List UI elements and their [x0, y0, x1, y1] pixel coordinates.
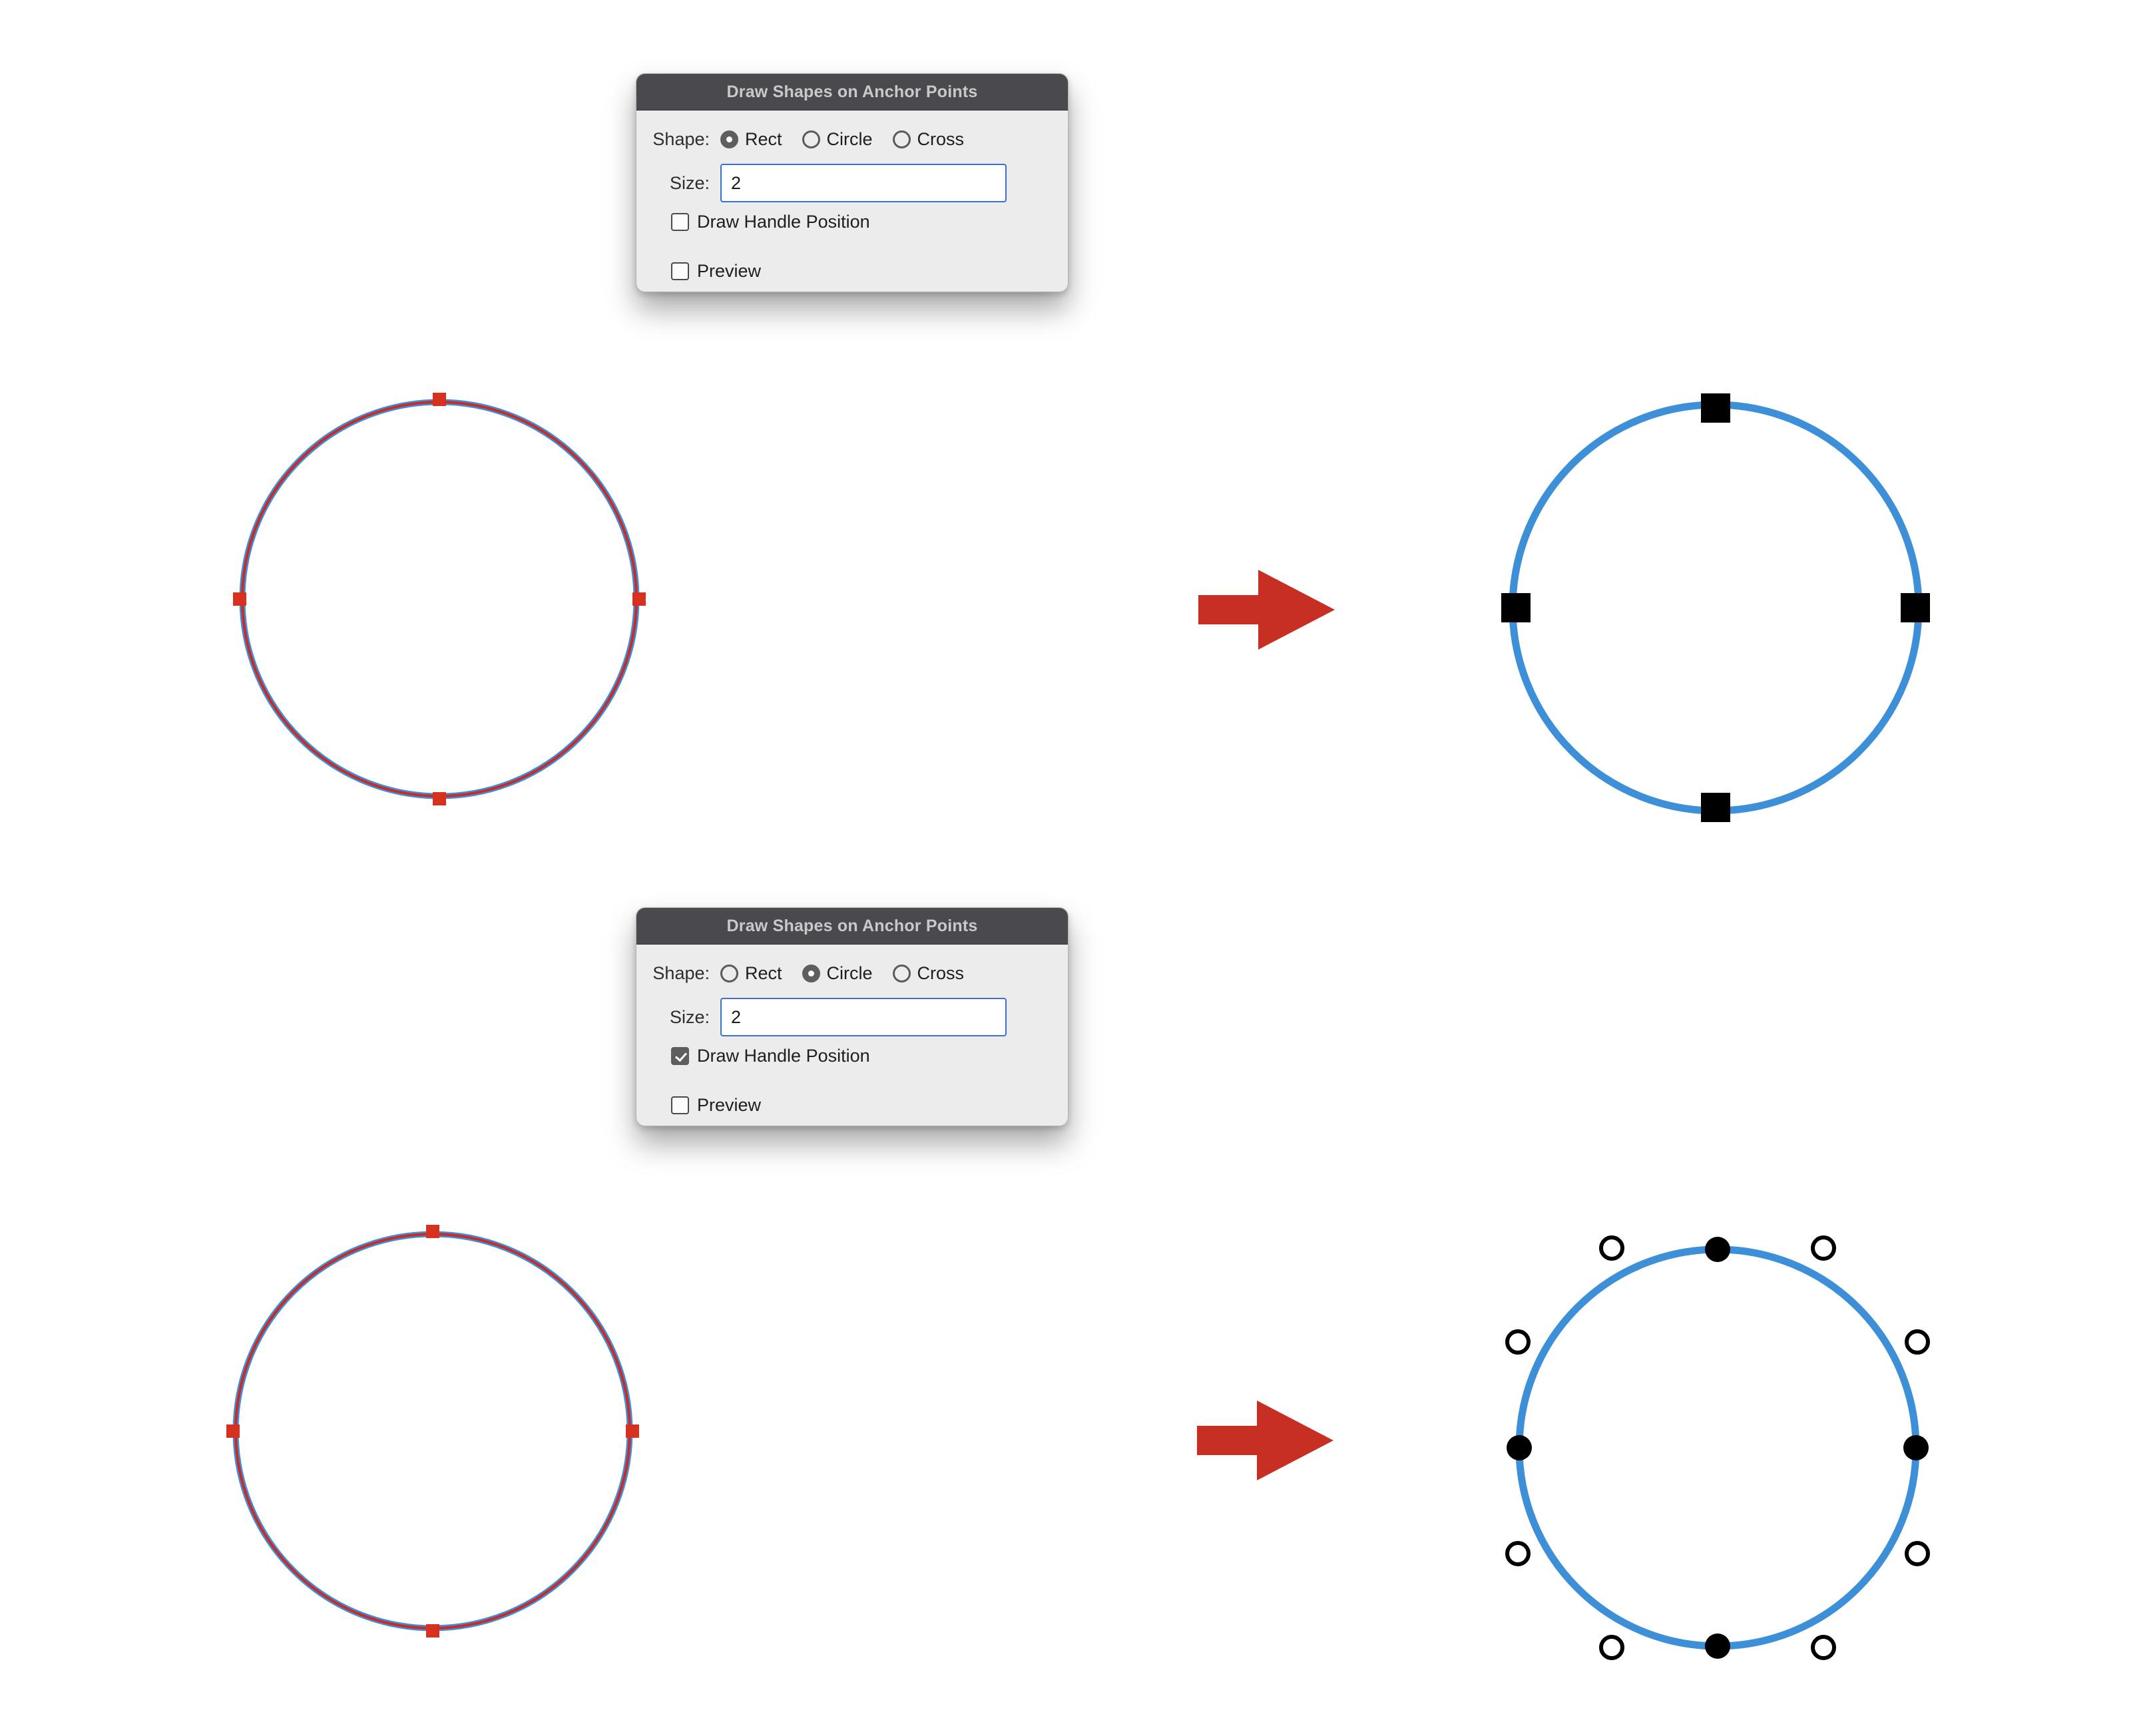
anchor-point-right	[626, 1424, 639, 1438]
marker-rect-bottom	[1701, 793, 1730, 822]
anchor-point-left	[233, 592, 246, 606]
anchor-point-left	[226, 1424, 240, 1438]
shape-radio-group[interactable]: Rect Circle Cross	[720, 129, 964, 150]
radio-circle-label: Circle	[826, 129, 873, 149]
anchor-point-bottom	[426, 1624, 439, 1637]
artboard-canvas: Draw Shapes on Anchor Points Shape: Rect…	[0, 0, 2149, 1736]
size-input[interactable]	[720, 998, 1007, 1036]
preview-checkbox[interactable]	[671, 1096, 689, 1114]
size-row: Size:	[636, 998, 1068, 1036]
handle-marker-bottom-right	[1811, 1635, 1836, 1660]
marker-circle-bottom	[1705, 1633, 1730, 1659]
marker-circle-top	[1705, 1237, 1730, 1262]
radio-option-circle[interactable]: Circle	[802, 963, 873, 984]
radio-rect-icon[interactable]	[720, 130, 738, 148]
shape-label: Shape:	[652, 129, 710, 149]
before-circle-bottom	[226, 1225, 639, 1637]
after-circle-top	[1501, 393, 1930, 822]
radio-cross-icon[interactable]	[892, 965, 911, 982]
handle-marker-left-upper	[1505, 1329, 1531, 1355]
radio-rect-label: Rect	[745, 963, 782, 983]
radio-circle-label: Circle	[826, 963, 873, 983]
shape-row: Shape: Rect Circle Cross	[636, 963, 1068, 984]
handle-marker-left-lower	[1505, 1541, 1531, 1566]
handle-marker-right-lower	[1905, 1541, 1930, 1566]
preview-checkbox[interactable]	[671, 262, 689, 280]
marker-rect-right	[1901, 593, 1930, 622]
size-row: Size:	[636, 164, 1068, 202]
draw-handle-position-checkbox-row[interactable]: Draw Handle Position	[671, 1046, 870, 1066]
shape-radio-group[interactable]: Rect Circle Cross	[720, 963, 964, 984]
size-label: Size:	[669, 1006, 710, 1027]
handle-marker-top-right	[1811, 1235, 1836, 1261]
radio-cross-label: Cross	[917, 129, 965, 149]
after-circle-bottom	[1505, 1235, 1930, 1660]
draw-handle-position-checkbox[interactable]	[671, 1047, 689, 1065]
dialog-title: Draw Shapes on Anchor Points	[726, 82, 978, 101]
preview-checkbox-row[interactable]: Preview	[671, 261, 761, 282]
radio-cross-label: Cross	[917, 963, 965, 983]
marker-circle-right	[1903, 1435, 1929, 1460]
anchor-point-right	[632, 592, 646, 606]
preview-label: Preview	[697, 1095, 762, 1115]
dialog-body: Shape: Rect Circle Cross Size: 2 Draw Ha…	[636, 945, 1068, 1126]
marker-rect-top	[1701, 393, 1730, 423]
size-label: Size:	[669, 172, 710, 193]
draw-handle-position-checkbox-row[interactable]: Draw Handle Position	[671, 212, 870, 232]
marker-circle-left	[1507, 1435, 1532, 1460]
preview-label: Preview	[697, 261, 762, 281]
draw-handle-position-label: Draw Handle Position	[697, 212, 870, 232]
size-input[interactable]	[720, 164, 1007, 202]
draw-handle-position-checkbox[interactable]	[671, 213, 689, 231]
radio-cross-icon[interactable]	[892, 130, 911, 148]
handle-marker-right-upper	[1905, 1329, 1930, 1355]
shape-row: Shape: Rect Circle Cross	[636, 129, 1068, 150]
shape-label: Shape:	[652, 963, 710, 983]
dialog-titlebar: Draw Shapes on Anchor Points	[636, 74, 1068, 110]
radio-option-rect[interactable]: Rect	[720, 963, 782, 984]
radio-option-cross[interactable]: Cross	[892, 129, 965, 150]
dialog-body: Shape: Rect Circle Cross Size: 2 Draw Ha…	[636, 110, 1068, 292]
draw-shapes-dialog-1[interactable]: Draw Shapes on Anchor Points Shape: Rect…	[636, 73, 1069, 292]
radio-circle-icon[interactable]	[802, 965, 820, 982]
radio-rect-label: Rect	[745, 129, 782, 149]
handle-marker-top-left	[1599, 1235, 1624, 1261]
dialog-title: Draw Shapes on Anchor Points	[726, 916, 978, 935]
radio-option-circle[interactable]: Circle	[802, 129, 873, 150]
handle-marker-bottom-left	[1599, 1635, 1624, 1660]
transform-arrow-bottom	[1197, 1401, 1333, 1480]
draw-shapes-dialog-2[interactable]: Draw Shapes on Anchor Points Shape: Rect…	[636, 907, 1069, 1126]
radio-rect-icon[interactable]	[720, 965, 738, 982]
radio-option-rect[interactable]: Rect	[720, 129, 782, 150]
radio-option-cross[interactable]: Cross	[892, 963, 965, 984]
anchor-point-bottom	[433, 792, 446, 805]
marker-rect-left	[1501, 593, 1531, 622]
before-circle-top	[233, 393, 646, 805]
draw-handle-position-label: Draw Handle Position	[697, 1046, 870, 1066]
anchor-point-top	[426, 1225, 439, 1238]
dialog-titlebar: Draw Shapes on Anchor Points	[636, 908, 1068, 945]
radio-circle-icon[interactable]	[802, 130, 820, 148]
anchor-point-top	[433, 393, 446, 406]
preview-checkbox-row[interactable]: Preview	[671, 1095, 761, 1116]
transform-arrow-top	[1198, 570, 1335, 650]
